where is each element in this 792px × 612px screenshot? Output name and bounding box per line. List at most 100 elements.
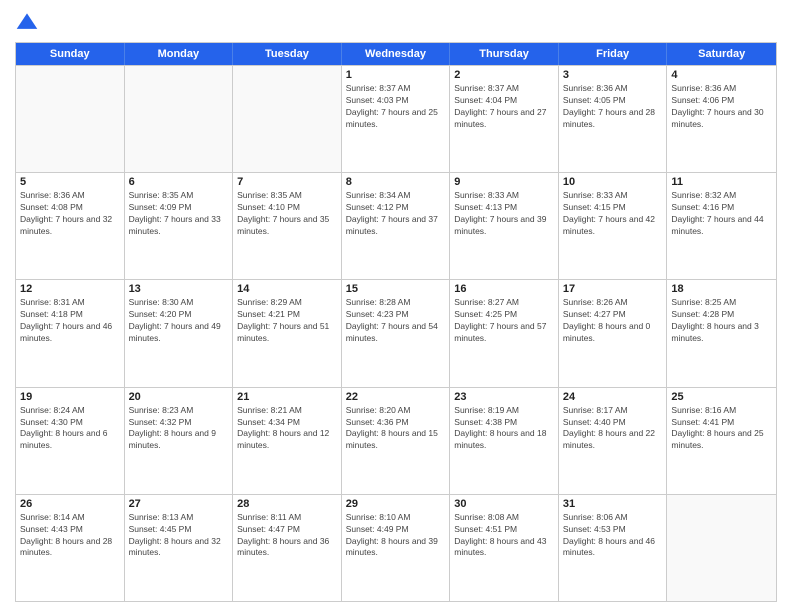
cell-day-number: 15 — [346, 283, 446, 295]
cell-info: Sunrise: 8:06 AM Sunset: 4:53 PM Dayligh… — [563, 512, 663, 560]
cal-cell-2-5: 9 Sunrise: 8:33 AM Sunset: 4:13 PM Daylig… — [450, 173, 559, 279]
cell-info: Sunrise: 8:29 AM Sunset: 4:21 PM Dayligh… — [237, 297, 337, 345]
cell-day-number: 16 — [454, 283, 554, 295]
cal-cell-2-6: 10 Sunrise: 8:33 AM Sunset: 4:15 PM Dayli… — [559, 173, 668, 279]
cell-info: Sunrise: 8:34 AM Sunset: 4:12 PM Dayligh… — [346, 190, 446, 238]
week-row-4: 19 Sunrise: 8:24 AM Sunset: 4:30 PM Dayli… — [16, 387, 776, 494]
day-header-friday: Friday — [559, 43, 668, 65]
cell-info: Sunrise: 8:30 AM Sunset: 4:20 PM Dayligh… — [129, 297, 229, 345]
cal-cell-3-5: 16 Sunrise: 8:27 AM Sunset: 4:25 PM Dayli… — [450, 280, 559, 386]
cell-day-number: 8 — [346, 176, 446, 188]
cal-cell-2-3: 7 Sunrise: 8:35 AM Sunset: 4:10 PM Daylig… — [233, 173, 342, 279]
cell-info: Sunrise: 8:36 AM Sunset: 4:06 PM Dayligh… — [671, 83, 772, 131]
logo — [15, 10, 43, 34]
cell-info: Sunrise: 8:33 AM Sunset: 4:13 PM Dayligh… — [454, 190, 554, 238]
cell-info: Sunrise: 8:24 AM Sunset: 4:30 PM Dayligh… — [20, 405, 120, 453]
cell-day-number: 31 — [563, 498, 663, 510]
cell-info: Sunrise: 8:11 AM Sunset: 4:47 PM Dayligh… — [237, 512, 337, 560]
cell-info: Sunrise: 8:36 AM Sunset: 4:05 PM Dayligh… — [563, 83, 663, 131]
week-row-3: 12Sunrise: 8:31 AM Sunset: 4:18 PM Dayli… — [16, 279, 776, 386]
cell-day-number: 27 — [129, 498, 229, 510]
cal-cell-4-5: 23Sunrise: 8:19 AM Sunset: 4:38 PM Dayli… — [450, 388, 559, 494]
cal-cell-1-5: 2Sunrise: 8:37 AM Sunset: 4:04 PM Daylig… — [450, 66, 559, 172]
week-row-2: 5 Sunrise: 8:36 AM Sunset: 4:08 PM Daylig… — [16, 172, 776, 279]
cell-info: Sunrise: 8:17 AM Sunset: 4:40 PM Dayligh… — [563, 405, 663, 453]
cal-cell-5-3: 28 Sunrise: 8:11 AM Sunset: 4:47 PM Dayli… — [233, 495, 342, 601]
calendar-body: 1 Sunrise: 8:37 AM Sunset: 4:03 PM Daylig… — [16, 65, 776, 601]
cell-info: Sunrise: 8:27 AM Sunset: 4:25 PM Dayligh… — [454, 297, 554, 345]
cell-day-number: 19 — [20, 391, 120, 403]
cell-day-number: 7 — [237, 176, 337, 188]
cell-info: Sunrise: 8:33 AM Sunset: 4:15 PM Dayligh… — [563, 190, 663, 238]
page: SundayMondayTuesdayWednesdayThursdayFrid… — [0, 0, 792, 612]
day-header-wednesday: Wednesday — [342, 43, 451, 65]
cell-info: Sunrise: 8:35 AM Sunset: 4:09 PM Dayligh… — [129, 190, 229, 238]
cell-day-number: 22 — [346, 391, 446, 403]
cell-day-number: 1 — [346, 69, 446, 81]
cell-day-number: 11 — [671, 176, 772, 188]
day-header-thursday: Thursday — [450, 43, 559, 65]
cell-info: Sunrise: 8:31 AM Sunset: 4:18 PM Dayligh… — [20, 297, 120, 345]
cal-cell-2-2: 6Sunrise: 8:35 AM Sunset: 4:09 PM Daylig… — [125, 173, 234, 279]
cell-info: Sunrise: 8:26 AM Sunset: 4:27 PM Dayligh… — [563, 297, 663, 345]
cal-cell-1-2 — [125, 66, 234, 172]
calendar-header: SundayMondayTuesdayWednesdayThursdayFrid… — [16, 43, 776, 65]
cell-info: Sunrise: 8:36 AM Sunset: 4:08 PM Dayligh… — [20, 190, 120, 238]
cell-day-number: 20 — [129, 391, 229, 403]
cal-cell-5-4: 29 Sunrise: 8:10 AM Sunset: 4:49 PM Dayli… — [342, 495, 451, 601]
cal-cell-3-2: 13Sunrise: 8:30 AM Sunset: 4:20 PM Dayli… — [125, 280, 234, 386]
cell-day-number: 28 — [237, 498, 337, 510]
cell-info: Sunrise: 8:21 AM Sunset: 4:34 PM Dayligh… — [237, 405, 337, 453]
cal-cell-1-4: 1 Sunrise: 8:37 AM Sunset: 4:03 PM Daylig… — [342, 66, 451, 172]
cell-info: Sunrise: 8:25 AM Sunset: 4:28 PM Dayligh… — [671, 297, 772, 345]
cal-cell-4-1: 19 Sunrise: 8:24 AM Sunset: 4:30 PM Dayli… — [16, 388, 125, 494]
cal-cell-1-3 — [233, 66, 342, 172]
cell-info: Sunrise: 8:28 AM Sunset: 4:23 PM Dayligh… — [346, 297, 446, 345]
cell-day-number: 5 — [20, 176, 120, 188]
cal-cell-4-6: 24 Sunrise: 8:17 AM Sunset: 4:40 PM Dayli… — [559, 388, 668, 494]
logo-icon — [15, 10, 39, 34]
cell-info: Sunrise: 8:14 AM Sunset: 4:43 PM Dayligh… — [20, 512, 120, 560]
cal-cell-4-4: 22 Sunrise: 8:20 AM Sunset: 4:36 PM Dayli… — [342, 388, 451, 494]
cell-info: Sunrise: 8:20 AM Sunset: 4:36 PM Dayligh… — [346, 405, 446, 453]
cal-cell-2-4: 8 Sunrise: 8:34 AM Sunset: 4:12 PM Daylig… — [342, 173, 451, 279]
cal-cell-2-1: 5 Sunrise: 8:36 AM Sunset: 4:08 PM Daylig… — [16, 173, 125, 279]
cal-cell-4-3: 21Sunrise: 8:21 AM Sunset: 4:34 PM Dayli… — [233, 388, 342, 494]
cell-day-number: 2 — [454, 69, 554, 81]
cal-cell-5-6: 31 Sunrise: 8:06 AM Sunset: 4:53 PM Dayli… — [559, 495, 668, 601]
cal-cell-2-7: 11 Sunrise: 8:32 AM Sunset: 4:16 PM Dayli… — [667, 173, 776, 279]
cell-info: Sunrise: 8:08 AM Sunset: 4:51 PM Dayligh… — [454, 512, 554, 560]
cell-day-number: 14 — [237, 283, 337, 295]
cal-cell-3-6: 17Sunrise: 8:26 AM Sunset: 4:27 PM Dayli… — [559, 280, 668, 386]
week-row-1: 1 Sunrise: 8:37 AM Sunset: 4:03 PM Daylig… — [16, 65, 776, 172]
cal-cell-1-1 — [16, 66, 125, 172]
cell-day-number: 9 — [454, 176, 554, 188]
cell-day-number: 29 — [346, 498, 446, 510]
day-header-tuesday: Tuesday — [233, 43, 342, 65]
cell-info: Sunrise: 8:32 AM Sunset: 4:16 PM Dayligh… — [671, 190, 772, 238]
cal-cell-3-1: 12Sunrise: 8:31 AM Sunset: 4:18 PM Dayli… — [16, 280, 125, 386]
cell-day-number: 10 — [563, 176, 663, 188]
header — [15, 10, 777, 34]
cell-day-number: 23 — [454, 391, 554, 403]
cal-cell-5-5: 30 Sunrise: 8:08 AM Sunset: 4:51 PM Dayli… — [450, 495, 559, 601]
calendar: SundayMondayTuesdayWednesdayThursdayFrid… — [15, 42, 777, 602]
cal-cell-3-7: 18Sunrise: 8:25 AM Sunset: 4:28 PM Dayli… — [667, 280, 776, 386]
cell-day-number: 3 — [563, 69, 663, 81]
cell-info: Sunrise: 8:10 AM Sunset: 4:49 PM Dayligh… — [346, 512, 446, 560]
cell-info: Sunrise: 8:16 AM Sunset: 4:41 PM Dayligh… — [671, 405, 772, 453]
cal-cell-3-4: 15 Sunrise: 8:28 AM Sunset: 4:23 PM Dayli… — [342, 280, 451, 386]
cell-info: Sunrise: 8:23 AM Sunset: 4:32 PM Dayligh… — [129, 405, 229, 453]
cell-day-number: 25 — [671, 391, 772, 403]
cell-info: Sunrise: 8:37 AM Sunset: 4:03 PM Dayligh… — [346, 83, 446, 131]
day-header-sunday: Sunday — [16, 43, 125, 65]
cell-day-number: 30 — [454, 498, 554, 510]
cal-cell-4-7: 25 Sunrise: 8:16 AM Sunset: 4:41 PM Dayli… — [667, 388, 776, 494]
cell-day-number: 24 — [563, 391, 663, 403]
cell-day-number: 4 — [671, 69, 772, 81]
day-header-monday: Monday — [125, 43, 234, 65]
cell-info: Sunrise: 8:13 AM Sunset: 4:45 PM Dayligh… — [129, 512, 229, 560]
cal-cell-3-3: 14 Sunrise: 8:29 AM Sunset: 4:21 PM Dayli… — [233, 280, 342, 386]
cell-info: Sunrise: 8:35 AM Sunset: 4:10 PM Dayligh… — [237, 190, 337, 238]
cal-cell-5-2: 27 Sunrise: 8:13 AM Sunset: 4:45 PM Dayli… — [125, 495, 234, 601]
